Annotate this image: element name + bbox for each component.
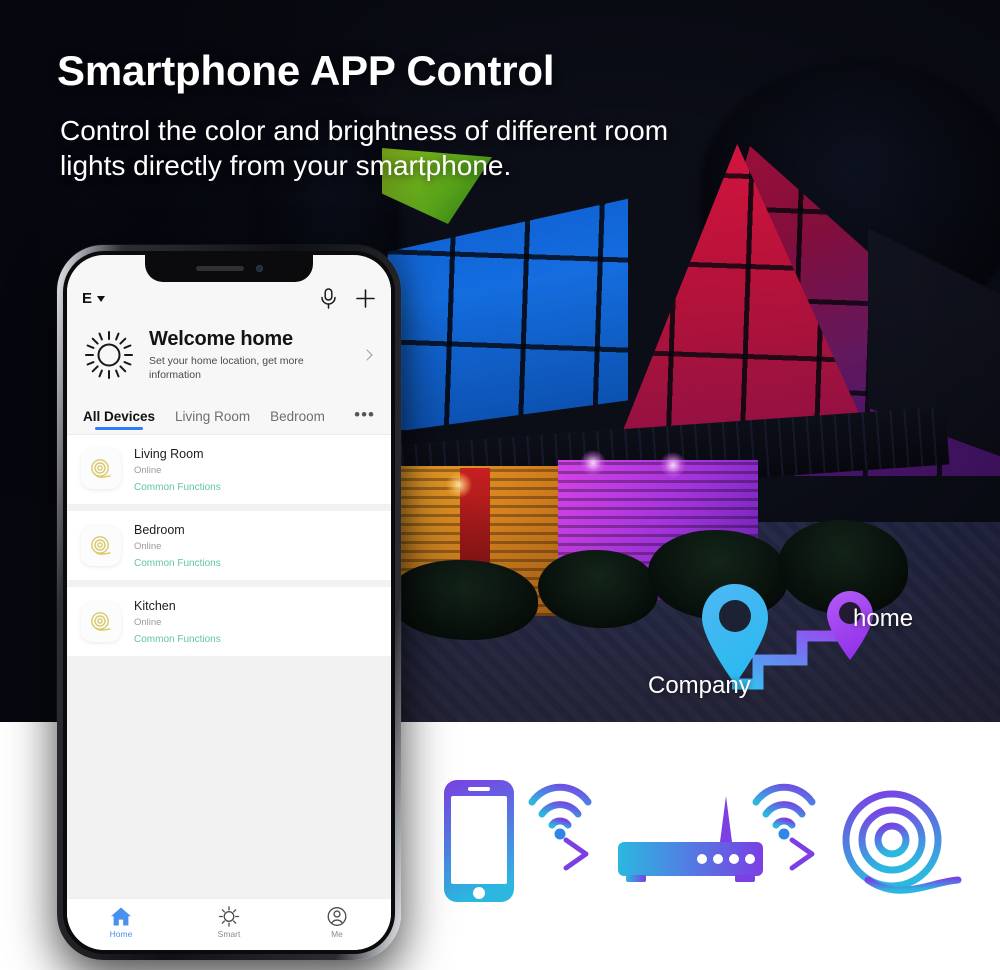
arrow-right-icon bbox=[756, 837, 815, 871]
flow-svg bbox=[444, 780, 962, 902]
tabs-more-button[interactable]: ••• bbox=[354, 405, 375, 434]
sun-icon bbox=[218, 906, 240, 927]
device-status: Online bbox=[134, 617, 162, 629]
welcome-home-card[interactable]: Welcome home Set your home location, get… bbox=[67, 324, 391, 397]
device-list-item[interactable]: Living Room Online Common Functions bbox=[67, 434, 391, 505]
smartphone-icon bbox=[444, 780, 514, 902]
device-status: Online bbox=[134, 541, 162, 553]
device-list-item[interactable]: Bedroom Online Common Functions bbox=[67, 510, 391, 582]
device-status: Online bbox=[134, 464, 162, 476]
device-name: Bedroom bbox=[134, 522, 185, 537]
device-meta: Living Room Online Common Functions bbox=[134, 446, 221, 493]
nav-label-home: Home bbox=[109, 929, 133, 939]
account-letter: E bbox=[82, 289, 93, 307]
microphone-icon[interactable] bbox=[320, 287, 337, 309]
led-strip-reel-icon bbox=[81, 449, 121, 490]
nav-label-smart: Smart bbox=[217, 929, 241, 939]
page-root: Smartphone APP Control Control the color… bbox=[0, 0, 1000, 970]
tab-all-devices[interactable]: All Devices bbox=[83, 409, 155, 434]
page-subtitle: Control the color and brightness of diff… bbox=[60, 115, 669, 181]
app-bar-actions bbox=[320, 287, 376, 309]
pin-label-company: Company bbox=[648, 672, 751, 699]
device-name: Living Room bbox=[134, 446, 204, 461]
nav-item-home[interactable]: Home bbox=[67, 906, 175, 939]
device-meta: Kitchen Online Common Functions bbox=[134, 598, 221, 645]
device-meta: Bedroom Online Common Functions bbox=[134, 522, 221, 569]
wifi-signal-icon bbox=[752, 783, 816, 840]
tab-bedroom[interactable]: Bedroom bbox=[270, 409, 325, 434]
pin-label-home: home bbox=[853, 605, 914, 632]
iphone-notch bbox=[145, 255, 313, 282]
sun-icon bbox=[83, 329, 135, 381]
device-name: Kitchen bbox=[134, 599, 176, 614]
account-switcher[interactable]: E bbox=[82, 289, 106, 307]
wifi-signal-icon bbox=[528, 783, 592, 840]
nav-label-me: Me bbox=[331, 929, 343, 939]
device-common-functions-link[interactable]: Common Functions bbox=[134, 482, 221, 493]
nav-item-me[interactable]: Me bbox=[283, 906, 391, 939]
device-common-functions-link[interactable]: Common Functions bbox=[134, 634, 221, 645]
front-camera bbox=[255, 265, 263, 272]
phone-screen: E Welcome home Set your home location, g… bbox=[67, 255, 391, 950]
plus-icon[interactable] bbox=[355, 288, 376, 309]
arrow-right-icon bbox=[530, 837, 589, 871]
person-icon bbox=[326, 906, 348, 927]
led-strip-reel-icon bbox=[81, 525, 121, 566]
device-list-item[interactable]: Kitchen Online Common Functions bbox=[67, 587, 391, 658]
room-tabs: All Devices Living Room Bedroom ••• bbox=[67, 396, 391, 435]
smartphone-mockup: E Welcome home Set your home location, g… bbox=[57, 245, 401, 960]
chevron-right-icon[interactable] bbox=[361, 349, 373, 362]
phone-bezel: E Welcome home Set your home location, g… bbox=[63, 251, 395, 954]
chevron-down-icon bbox=[97, 296, 106, 302]
page-title: Smartphone APP Control bbox=[57, 47, 555, 94]
map-pins-overlay: Company home bbox=[648, 572, 940, 712]
led-strip-reel-icon bbox=[81, 601, 121, 642]
nav-item-smart[interactable]: Smart bbox=[175, 906, 283, 939]
welcome-text-block: Welcome home Set your home location, get… bbox=[149, 328, 349, 383]
led-strip-reel-icon bbox=[842, 790, 962, 894]
device-list: Living Room Online Common Functions Bedr… bbox=[67, 434, 391, 898]
tab-living-room[interactable]: Living Room bbox=[175, 409, 250, 434]
router-icon bbox=[618, 796, 763, 882]
device-common-functions-link[interactable]: Common Functions bbox=[134, 558, 221, 569]
welcome-subtitle: Set your home location, get more informa… bbox=[149, 355, 304, 381]
home-icon bbox=[110, 906, 132, 927]
connectivity-flow-diagram bbox=[430, 762, 970, 942]
bottom-navigation: Home Smart Me bbox=[67, 898, 391, 950]
earpiece-speaker bbox=[195, 266, 244, 271]
welcome-title: Welcome home bbox=[149, 328, 293, 350]
